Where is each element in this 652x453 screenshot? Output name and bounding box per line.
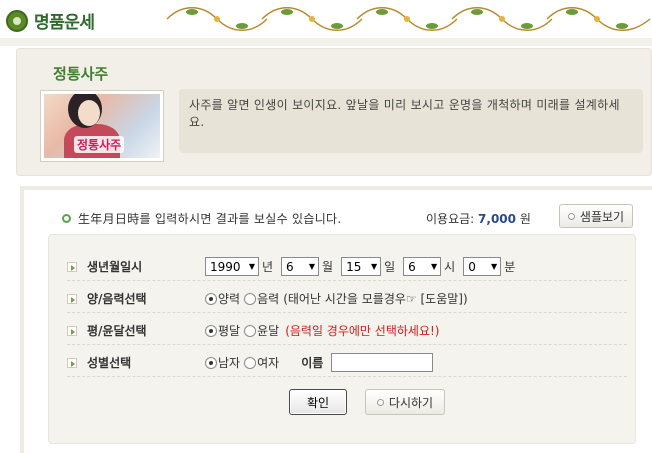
day-select[interactable]: 15 ▼ [341,257,382,276]
header-divider [0,38,652,46]
sample-view-button[interactable]: 샘플보기 [559,204,633,228]
hour-select[interactable]: 6 ▼ [403,257,442,276]
lunar-radio[interactable] [244,292,257,305]
minute-unit: 분 [504,260,516,274]
button-dot-icon [567,212,575,220]
dropdown-arrow-icon: ▼ [370,262,378,271]
site-logo[interactable]: 명품운세 [6,8,95,33]
month-select[interactable]: 6 ▼ [281,257,320,276]
sample-view-label: 샘플보기 [579,209,625,224]
page-title: 정통사주 [53,65,109,83]
solar-radio[interactable] [205,292,217,305]
fee-unit: 원 [519,212,531,226]
floral-scroll-ornament [166,7,651,31]
leap-month-row: 평/윤달선택 평달 윤달 (음력일 경우에만 선택하세요!) [67,317,627,345]
dropdown-arrow-icon: ▼ [248,262,255,271]
thumbnail-figure-face [78,100,100,126]
normal-month-radio[interactable] [205,324,217,337]
form-fields-box: 생년월일시 1990 ▼ 년 6 ▼ 월 15 ▼ 일 6 ▼ 시 0 ▼ 분 양/음력선… [48,234,636,444]
lunar-only-warning: (음력일 경우에만 선택하세요!) [285,324,440,338]
reset-button[interactable]: 다시하기 [365,389,445,415]
section-divider [0,176,652,186]
year-select[interactable]: 1990 ▼ [205,257,259,276]
service-thumbnail: 정통사주 [41,91,163,161]
thumbnail-label: 정통사주 [74,136,125,153]
bullet-icon [62,214,71,223]
row-arrow-icon [67,261,77,272]
name-input[interactable] [331,353,434,372]
fee-value: 7,000 [478,212,517,226]
male-label: 남자 [218,356,241,370]
solar-label: 양력 [218,292,241,306]
normal-month-label: 평달 [218,324,241,338]
name-label: 이름 [301,356,324,370]
service-description: 사주를 알면 인생이 보이지요. 앞날을 미리 보시고 운명을 개척하며 미래를… [179,89,643,153]
confirm-button[interactable]: 확인 [289,389,347,415]
day-unit: 일 [384,260,396,274]
gender-row: 성별선택 남자 여자 이름 [67,349,627,377]
dropdown-arrow-icon: ▼ [430,262,438,271]
minute-select[interactable]: 0 ▼ [463,257,502,276]
form-notice: 生年月日時를 입력하시면 결과를 보실수 있습니다. [62,210,342,227]
site-logo-text: 명품운세 [34,13,95,33]
month-unit: 월 [322,260,334,274]
fee-label: 이용요금: [426,212,475,226]
round-logo-icon [6,9,28,32]
button-dot-icon [376,398,384,406]
calendar-type-row: 양/음력선택 양력 음력 (태어난 시간을 모를경우☞ [도움말]) [67,285,627,313]
site-header: 명품운세 [0,0,652,38]
year-unit: 년 [262,260,274,274]
lunar-label: 음력 [257,292,280,306]
leap-month-label: 평/윤달선택 [67,322,205,339]
input-form-panel: 生年月日時를 입력하시면 결과를 보실수 있습니다. 이용요금: 7,000 원… [20,186,652,453]
intro-panel: 정통사주 정통사주 사주를 알면 인생이 보이지요. 앞날을 미리 보시고 운명… [16,48,652,176]
help-link[interactable]: (태어난 시간을 모를경우☞ [도움말]) [283,290,467,307]
dropdown-arrow-icon: ▼ [491,262,498,271]
leap-month-radio[interactable] [244,324,257,337]
leap-month-option-label: 윤달 [257,324,280,338]
gender-label: 성별선택 [67,354,205,371]
row-arrow-icon [67,293,77,304]
birth-datetime-row: 생년월일시 1990 ▼ 년 6 ▼ 월 15 ▼ 일 6 ▼ 시 0 ▼ 분 [67,253,627,281]
female-label: 여자 [257,356,280,370]
calendar-type-label: 양/음력선택 [67,290,205,307]
hour-unit: 시 [444,260,456,274]
birth-datetime-label: 생년월일시 [67,258,205,275]
fee-info: 이용요금: 7,000 원 [426,210,531,227]
row-arrow-icon [67,357,77,368]
female-radio[interactable] [244,356,257,369]
notice-text: 生年月日時를 입력하시면 결과를 보실수 있습니다. [78,212,342,226]
reset-button-label: 다시하기 [388,395,434,410]
row-arrow-icon [67,325,77,336]
male-radio[interactable] [205,356,217,369]
dropdown-arrow-icon: ▼ [308,262,316,271]
